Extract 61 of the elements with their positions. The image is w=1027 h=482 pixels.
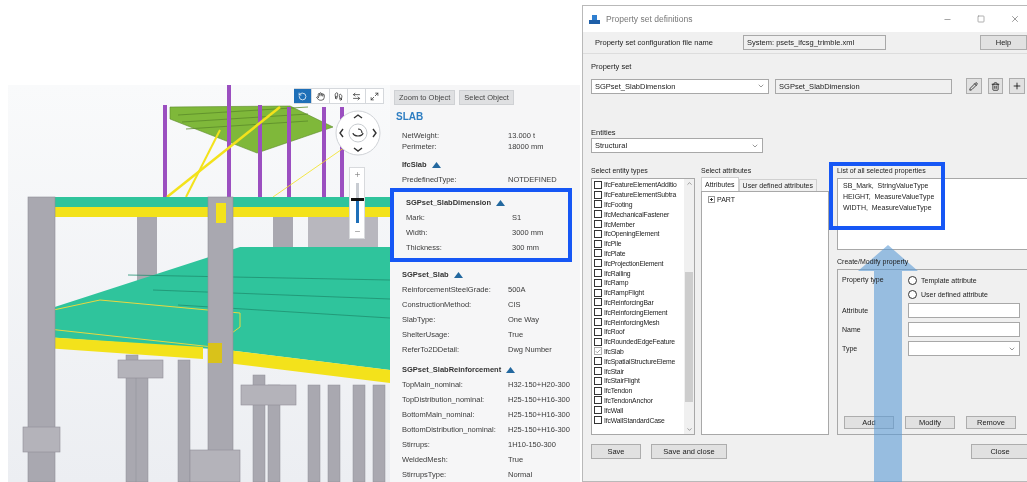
input-field[interactable] — [908, 303, 1020, 318]
caret-up-icon[interactable] — [431, 161, 441, 168]
checkbox[interactable] — [594, 180, 602, 189]
zoom-slider[interactable] — [349, 167, 365, 239]
checkbox[interactable] — [594, 386, 602, 395]
checkbox[interactable] — [594, 318, 602, 327]
checkbox[interactable] — [594, 376, 602, 385]
checkbox[interactable] — [594, 288, 602, 297]
window-title: Property set definitions — [606, 14, 694, 24]
checkbox[interactable] — [594, 327, 602, 336]
checkbox[interactable] — [594, 308, 602, 317]
checkbox[interactable] — [594, 190, 602, 199]
caret-up-icon[interactable] — [496, 199, 506, 206]
checkbox[interactable] — [594, 239, 602, 248]
checkbox[interactable] — [594, 200, 602, 209]
view-tool-button[interactable] — [294, 88, 312, 104]
radio-button[interactable] — [908, 290, 917, 299]
minus-icon — [353, 228, 361, 235]
pencil-icon — [969, 81, 979, 91]
delete-button[interactable] — [987, 78, 1004, 94]
expand-icon[interactable] — [708, 196, 715, 203]
checkbox[interactable] — [594, 220, 602, 229]
checkbox[interactable] — [594, 249, 602, 258]
caret-up-icon[interactable] — [453, 271, 463, 278]
add-button[interactable] — [1009, 78, 1025, 94]
plus-icon — [353, 171, 361, 178]
hand-icon — [316, 91, 325, 101]
radio-button[interactable] — [908, 276, 917, 285]
checkbox[interactable] — [594, 357, 602, 366]
orbit-icon — [298, 91, 307, 101]
zoom-thumb[interactable] — [350, 197, 364, 201]
checkbox[interactable] — [594, 278, 602, 287]
view-tool-button[interactable] — [366, 88, 384, 104]
checkbox[interactable] — [594, 298, 602, 307]
checkbox[interactable] — [594, 347, 602, 356]
checkbox[interactable] — [594, 406, 602, 415]
view-tool-button[interactable] — [348, 88, 366, 104]
expand-icon — [370, 91, 379, 101]
caret-up-icon[interactable] — [506, 366, 516, 373]
app-icon — [589, 14, 600, 24]
checkbox[interactable] — [594, 229, 602, 238]
navigation-wheel[interactable] — [335, 110, 381, 156]
input-field[interactable] — [908, 322, 1020, 337]
chevron-down-icon — [757, 82, 766, 90]
checkbox[interactable] — [594, 337, 602, 346]
trash-icon — [991, 81, 1001, 91]
plus-icon — [1012, 81, 1023, 91]
footprints-icon — [334, 91, 343, 101]
view-tool-button[interactable] — [330, 88, 348, 104]
edit-button[interactable] — [966, 78, 982, 94]
checkbox[interactable] — [594, 396, 602, 405]
checkbox[interactable] — [594, 416, 602, 424]
object-title: SLAB — [396, 111, 425, 122]
checkbox[interactable] — [594, 210, 602, 219]
checkbox[interactable] — [594, 269, 602, 278]
close-icon — [1010, 14, 1020, 24]
checkbox[interactable] — [594, 259, 602, 268]
view-tool-button[interactable] — [312, 88, 330, 104]
maximize-icon — [977, 15, 985, 23]
arrows-icon — [352, 91, 361, 101]
checkbox[interactable] — [594, 367, 602, 376]
